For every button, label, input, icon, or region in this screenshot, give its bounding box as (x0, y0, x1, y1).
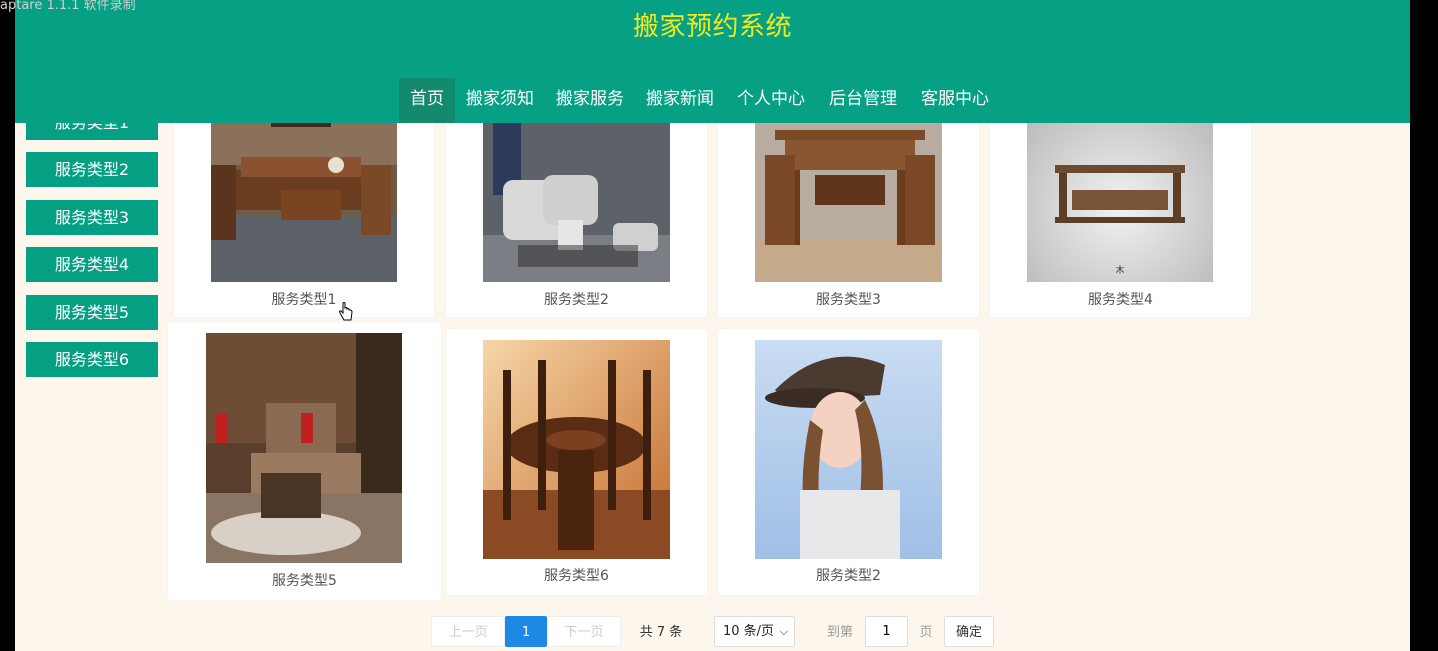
nav-item-customer-service[interactable]: 客服中心 (909, 78, 1001, 123)
service-image-dining-table[interactable] (483, 340, 670, 559)
sidebar-item-service-type-2[interactable]: 服务类型2 (26, 152, 158, 187)
goto-suffix-label: 页 (919, 625, 933, 640)
service-card-caption: 服务类型3 (816, 292, 881, 308)
service-card[interactable]: 服务类型3 (718, 95, 979, 317)
pagination: 上一页 1 下一页 共 7 条 10 条/页 ⌵ 到第 1 页 确定 (15, 616, 1410, 649)
goto-page-input[interactable]: 1 (865, 616, 908, 647)
hand-cursor-icon (338, 302, 354, 326)
page-1-button[interactable]: 1 (505, 616, 547, 647)
sidebar-item-service-type-4[interactable]: 服务类型4 (26, 247, 158, 282)
service-image-living-room[interactable] (211, 95, 397, 282)
sidebar-item-service-type-6[interactable]: 服务类型6 (26, 342, 158, 377)
nav-item-moving-notice[interactable]: 搬家须知 (455, 78, 545, 123)
service-card-caption: 服务类型4 (1088, 292, 1153, 308)
main-nav: 首页 搬家须知 搬家服务 搬家新闻 个人中心 后台管理 客服中心 (399, 78, 1001, 123)
nav-item-admin[interactable]: 后台管理 (817, 78, 909, 123)
nav-item-moving-news[interactable]: 搬家新闻 (635, 78, 725, 123)
service-card-caption: 服务类型2 (816, 568, 881, 584)
service-image-altar-table[interactable] (755, 95, 942, 282)
service-image-grey-sofa[interactable] (483, 95, 670, 282)
page-size-select[interactable]: 10 条/页 ⌵ (714, 616, 795, 647)
next-page-button[interactable]: 下一页 (547, 616, 621, 647)
service-card[interactable]: 服务类型6 (446, 329, 707, 595)
service-card-caption: 服务类型6 (544, 568, 609, 584)
total-count: 共 7 条 (639, 625, 683, 640)
service-image-girl-with-cap[interactable] (755, 340, 942, 559)
service-card-caption: 服务类型1 (271, 292, 337, 308)
service-card[interactable]: 服务类型1 (174, 95, 434, 317)
prev-page-button[interactable]: 上一页 (431, 616, 505, 647)
service-card[interactable]: 木 服务类型4 (990, 95, 1251, 317)
nav-item-moving-service[interactable]: 搬家服务 (545, 78, 635, 123)
goto-confirm-button[interactable]: 确定 (944, 616, 994, 647)
service-card-caption: 服务类型5 (272, 573, 337, 589)
site-title: 搬家预约系统 (632, 12, 792, 42)
service-card-caption: 服务类型2 (544, 292, 609, 308)
svg-text:木: 木 (1115, 264, 1124, 276)
service-card[interactable]: 服务类型5 (168, 322, 441, 600)
nav-item-home[interactable]: 首页 (399, 78, 455, 123)
chevron-down-icon: ⌵ (779, 625, 788, 638)
sidebar-item-service-type-3[interactable]: 服务类型3 (26, 200, 158, 235)
service-card[interactable]: 服务类型2 (718, 329, 979, 595)
service-image-tv-stand[interactable]: 木 (1027, 95, 1213, 282)
sidebar-item-service-type-5[interactable]: 服务类型5 (26, 295, 158, 330)
service-card[interactable]: 服务类型2 (446, 95, 707, 317)
browser-viewport: 服务类型1 服务类型2 服务类型3 服务类型4 服务类型5 服务类型6 服务类型… (15, 0, 1410, 651)
goto-prefix-label: 到第 (826, 625, 853, 640)
nav-item-personal-center[interactable]: 个人中心 (725, 78, 817, 123)
page-size-value: 10 条/页 (723, 624, 775, 639)
site-header: 搬家预约系统 首页 搬家须知 搬家服务 搬家新闻 个人中心 后台管理 客服中心 (15, 0, 1410, 123)
capture-label: aptare 1.1.1 软件录制 (0, 0, 136, 13)
service-image-ornate-bedroom[interactable] (206, 333, 402, 563)
